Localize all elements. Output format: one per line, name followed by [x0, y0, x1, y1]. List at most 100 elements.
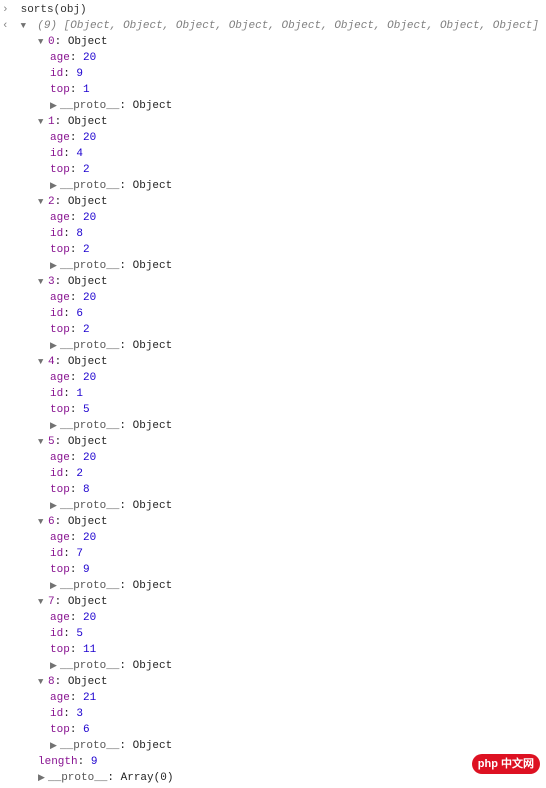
array-item-header[interactable]: ▼1: Object — [2, 114, 544, 130]
proto-disclosure-icon[interactable]: ▶ — [50, 578, 60, 594]
property-value: 9 — [76, 68, 83, 80]
property-row[interactable]: age: 20 — [2, 450, 544, 466]
property-row[interactable]: top: 5 — [2, 402, 544, 418]
property-key: id — [50, 228, 63, 240]
item-disclosure-icon[interactable]: ▼ — [38, 354, 48, 370]
property-row[interactable]: age: 20 — [2, 210, 544, 226]
property-row[interactable]: id: 2 — [2, 466, 544, 482]
proto-disclosure-icon[interactable]: ▶ — [50, 658, 60, 674]
property-value: 20 — [83, 532, 96, 544]
property-row[interactable]: id: 3 — [2, 706, 544, 722]
proto-disclosure-icon[interactable]: ▶ — [50, 738, 60, 754]
property-key: top — [50, 164, 70, 176]
property-value: 5 — [83, 404, 90, 416]
property-row[interactable]: id: 1 — [2, 386, 544, 402]
array-item-header[interactable]: ▼2: Object — [2, 194, 544, 210]
proto-disclosure-icon[interactable]: ▶ — [50, 178, 60, 194]
property-row[interactable]: age: 20 — [2, 290, 544, 306]
property-value: 20 — [83, 372, 96, 384]
item-disclosure-icon[interactable]: ▼ — [38, 34, 48, 50]
property-row[interactable]: age: 21 — [2, 690, 544, 706]
proto-value: Object — [133, 740, 173, 752]
array-summary: [Object, Object, Object, Object, Object,… — [64, 20, 539, 32]
array-length-row[interactable]: length: 9 — [2, 754, 544, 770]
item-proto-row[interactable]: ▶__proto__: Object — [2, 98, 544, 114]
property-key: id — [50, 548, 63, 560]
property-row[interactable]: age: 20 — [2, 610, 544, 626]
property-row[interactable]: id: 9 — [2, 66, 544, 82]
proto-key: __proto__ — [60, 260, 119, 272]
proto-key: __proto__ — [60, 340, 119, 352]
array-item-header[interactable]: ▼7: Object — [2, 594, 544, 610]
property-value: 8 — [76, 228, 83, 240]
item-disclosure-icon[interactable]: ▼ — [38, 194, 48, 210]
property-row[interactable]: age: 20 — [2, 370, 544, 386]
array-item-header[interactable]: ▼5: Object — [2, 434, 544, 450]
array-proto-row[interactable]: ▶__proto__: Array(0) — [2, 770, 544, 786]
item-index: 3 — [48, 276, 55, 288]
property-value: 20 — [83, 292, 96, 304]
property-value: 4 — [76, 148, 83, 160]
property-row[interactable]: top: 2 — [2, 322, 544, 338]
property-key: age — [50, 532, 70, 544]
item-proto-row[interactable]: ▶__proto__: Object — [2, 498, 544, 514]
proto-disclosure-icon[interactable]: ▶ — [50, 498, 60, 514]
property-row[interactable]: top: 1 — [2, 82, 544, 98]
property-row[interactable]: age: 20 — [2, 50, 544, 66]
property-value: 20 — [83, 132, 96, 144]
property-value: 2 — [83, 244, 90, 256]
array-item-header[interactable]: ▼8: Object — [2, 674, 544, 690]
property-row[interactable]: top: 11 — [2, 642, 544, 658]
array-item-header[interactable]: ▼3: Object — [2, 274, 544, 290]
item-disclosure-icon[interactable]: ▼ — [38, 594, 48, 610]
proto-disclosure-icon[interactable]: ▶ — [50, 418, 60, 434]
item-disclosure-icon[interactable]: ▼ — [38, 274, 48, 290]
item-type: Object — [68, 676, 108, 688]
property-row[interactable]: top: 2 — [2, 162, 544, 178]
array-item-header[interactable]: ▼4: Object — [2, 354, 544, 370]
array-item-header[interactable]: ▼6: Object — [2, 514, 544, 530]
property-row[interactable]: id: 6 — [2, 306, 544, 322]
item-proto-row[interactable]: ▶__proto__: Object — [2, 658, 544, 674]
proto-disclosure-icon[interactable]: ▶ — [50, 98, 60, 114]
property-value: 6 — [83, 724, 90, 736]
property-value: 20 — [83, 212, 96, 224]
array-disclosure-icon[interactable]: ▼ — [21, 18, 31, 34]
proto-disclosure-icon[interactable]: ▶ — [50, 258, 60, 274]
item-disclosure-icon[interactable]: ▼ — [38, 514, 48, 530]
property-value: 9 — [83, 564, 90, 576]
item-proto-row[interactable]: ▶__proto__: Object — [2, 418, 544, 434]
item-proto-row[interactable]: ▶__proto__: Object — [2, 178, 544, 194]
property-row[interactable]: id: 4 — [2, 146, 544, 162]
array-item-header[interactable]: ▼0: Object — [2, 34, 544, 50]
item-index: 2 — [48, 196, 55, 208]
item-disclosure-icon[interactable]: ▼ — [38, 434, 48, 450]
property-row[interactable]: id: 8 — [2, 226, 544, 242]
item-proto-row[interactable]: ▶__proto__: Object — [2, 258, 544, 274]
property-row[interactable]: age: 20 — [2, 130, 544, 146]
item-proto-row[interactable]: ▶__proto__: Object — [2, 578, 544, 594]
item-index: 8 — [48, 676, 55, 688]
property-key: age — [50, 692, 70, 704]
property-key: top — [50, 404, 70, 416]
property-row[interactable]: id: 7 — [2, 546, 544, 562]
item-disclosure-icon[interactable]: ▼ — [38, 114, 48, 130]
property-key: id — [50, 708, 63, 720]
property-row[interactable]: top: 2 — [2, 242, 544, 258]
property-row[interactable]: top: 6 — [2, 722, 544, 738]
item-index: 7 — [48, 596, 55, 608]
proto-disclosure-icon[interactable]: ▶ — [50, 338, 60, 354]
property-row[interactable]: age: 20 — [2, 530, 544, 546]
property-row[interactable]: id: 5 — [2, 626, 544, 642]
property-key: top — [50, 484, 70, 496]
property-row[interactable]: top: 9 — [2, 562, 544, 578]
item-proto-row[interactable]: ▶__proto__: Object — [2, 738, 544, 754]
proto-disclosure-icon[interactable]: ▶ — [38, 770, 48, 786]
console-input-row[interactable]: › sorts(obj) — [2, 2, 544, 18]
property-row[interactable]: top: 8 — [2, 482, 544, 498]
item-proto-row[interactable]: ▶__proto__: Object — [2, 338, 544, 354]
length-value: 9 — [91, 756, 98, 768]
console-output-header[interactable]: ‹ ▼ (9) [Object, Object, Object, Object,… — [2, 18, 544, 34]
property-key: id — [50, 468, 63, 480]
item-disclosure-icon[interactable]: ▼ — [38, 674, 48, 690]
